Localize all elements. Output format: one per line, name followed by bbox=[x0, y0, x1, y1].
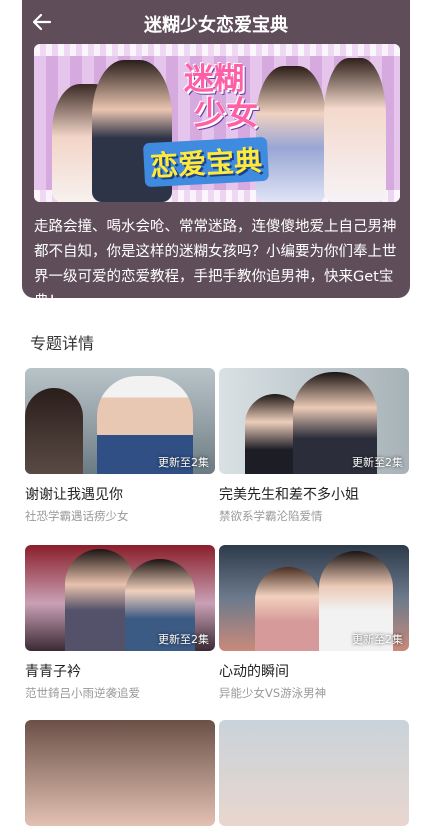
drama-thumbnail: 更新至2集 bbox=[219, 368, 409, 474]
drama-title: 谢谢让我遇见你 bbox=[25, 487, 123, 503]
top-bar: 迷糊少女恋爱宝典 bbox=[0, 0, 432, 44]
drama-card[interactable] bbox=[219, 720, 409, 826]
drama-subtitle: 范世錡吕小雨逆袭追爱 bbox=[25, 686, 140, 700]
episode-badge: 更新至2集 bbox=[352, 456, 403, 469]
page-title: 迷糊少女恋爱宝典 bbox=[144, 15, 288, 36]
drama-title: 心动的瞬间 bbox=[219, 664, 289, 680]
banner-man-figure bbox=[256, 66, 326, 202]
banner-title-line3: 恋爱宝典 bbox=[142, 136, 270, 188]
banner-woman-figure bbox=[324, 58, 386, 202]
thumb-figure bbox=[25, 388, 83, 474]
episode-badge: 更新至2集 bbox=[352, 633, 403, 646]
drama-subtitle: 禁欲系学霸沦陷爱情 bbox=[219, 509, 323, 523]
drama-card[interactable]: 更新至2集 谢谢让我遇见你 社恐学霸遇话痨少女 bbox=[25, 368, 215, 524]
drama-card[interactable]: 更新至2集 完美先生和差不多小姐 禁欲系学霸沦陷爱情 bbox=[219, 368, 409, 524]
drama-thumbnail bbox=[219, 720, 409, 826]
drama-title: 青青子衿 bbox=[25, 664, 81, 680]
section-title: 专题详情 bbox=[30, 334, 95, 353]
drama-title: 完美先生和差不多小姐 bbox=[219, 487, 359, 503]
episode-badge: 更新至2集 bbox=[158, 633, 209, 646]
drama-card[interactable] bbox=[25, 720, 215, 826]
drama-thumbnail: 更新至2集 bbox=[219, 545, 409, 651]
topic-description: 走路会撞、喝水会呛、常常迷路，连傻傻地爱上自己男神都不自知，你是这样的迷糊女孩吗… bbox=[34, 219, 397, 310]
drama-subtitle: 社恐学霸遇话痨少女 bbox=[25, 509, 129, 523]
drama-subtitle: 异能少女VS游泳男神 bbox=[219, 686, 327, 700]
drama-card[interactable]: 更新至2集 心动的瞬间 异能少女VS游泳男神 bbox=[219, 545, 409, 701]
drama-thumbnail: 更新至2集 bbox=[25, 545, 215, 651]
banner-title-line2: 少女 bbox=[194, 94, 259, 132]
drama-thumbnail: 更新至2集 bbox=[25, 368, 215, 474]
episode-badge: 更新至2集 bbox=[158, 456, 209, 469]
thumb-figure bbox=[255, 567, 321, 651]
topic-banner: 迷糊 少女 恋爱宝典 bbox=[34, 44, 400, 202]
drama-thumbnail bbox=[25, 720, 215, 826]
drama-card[interactable]: 更新至2集 青青子衿 范世錡吕小雨逆袭追爱 bbox=[25, 545, 215, 701]
